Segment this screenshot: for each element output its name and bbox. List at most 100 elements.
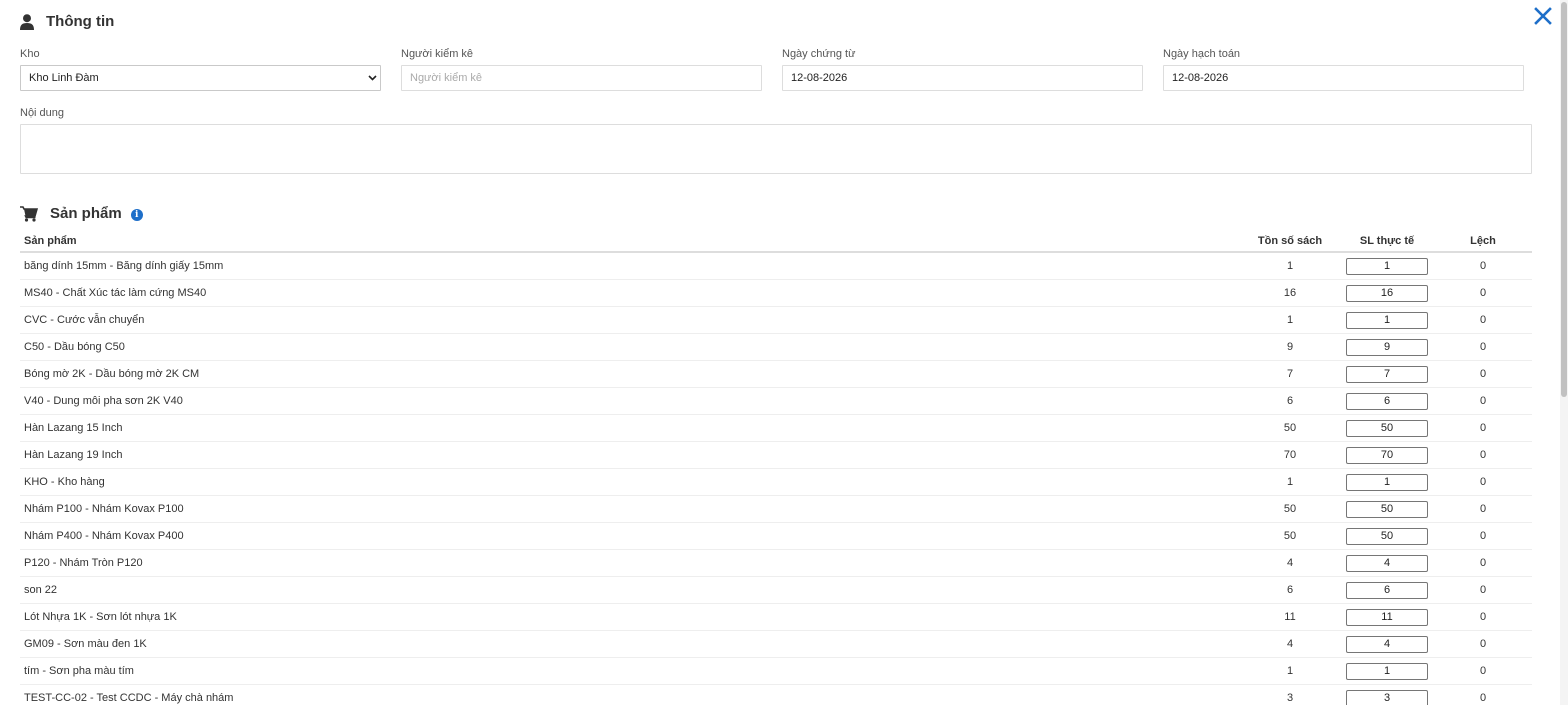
chevron-down-icon: [368, 75, 377, 81]
noi-dung-field: Nội dung: [20, 106, 1532, 174]
lech-value: 0: [1479, 287, 1487, 299]
products-title: Sản phẩm: [50, 205, 122, 222]
sl-thuc-te-input[interactable]: 7: [1346, 366, 1428, 383]
scrollbar-thumb[interactable]: [1561, 2, 1567, 397]
table-row: Bóng mờ 2K - Dầu bóng mờ 2K CM 7 7 0: [20, 361, 1532, 388]
product-name: C50 - Dầu bóng C50: [24, 341, 125, 353]
ton-so-sach: 4: [1286, 638, 1294, 650]
table-row: C50 - Dầu bóng C50 9 9 0: [20, 334, 1532, 361]
table-row: son 22 6 6 0: [20, 577, 1532, 604]
product-name: Hàn Lazang 15 Inch: [24, 422, 123, 434]
lech-value: 0: [1479, 638, 1487, 650]
product-name: Nhám P100 - Nhám Kovax P100: [24, 503, 184, 515]
info-icon[interactable]: i: [130, 208, 143, 221]
nguoi-kiem-ke-input[interactable]: [410, 66, 753, 90]
ton-so-sach: 1: [1286, 314, 1294, 326]
product-name: MS40 - Chất Xúc tác làm cứng MS40: [24, 287, 207, 299]
product-name: V40 - Dung môi pha sơn 2K V40: [24, 395, 183, 407]
table-header: Sản phẩm Tồn số sách SL thực tế Lệch: [20, 230, 1532, 253]
table-row: V40 - Dung môi pha sơn 2K V40 6 6 0: [20, 388, 1532, 415]
product-name: Hàn Lazang 19 Inch: [24, 449, 123, 461]
column-header-product: Sản phẩm: [24, 235, 77, 247]
ngay-chung-tu-value: 12-08-2026: [791, 72, 848, 84]
ton-so-sach: 11: [1284, 611, 1296, 623]
table-row: TEST-CC-02 - Test CCDC - Máy chà nhám 3 3 0: [20, 685, 1532, 705]
ton-so-sach: 50: [1283, 503, 1297, 515]
sl-thuc-te-input[interactable]: 16: [1346, 285, 1428, 302]
lech-value: 0: [1479, 557, 1487, 569]
product-name: băng dính 15mm - Băng dính giấy 15mm: [24, 260, 224, 272]
noi-dung-label: Nội dung: [20, 107, 65, 119]
sl-thuc-te-input[interactable]: 1: [1346, 258, 1428, 275]
sl-thuc-te-input[interactable]: 50: [1346, 501, 1428, 518]
nguoi-kiem-ke-box: [401, 65, 762, 91]
kho-select[interactable]: Kho Linh Đàm: [20, 65, 381, 91]
products-section-header: Sản phẩm i: [20, 205, 143, 222]
table-row: Hàn Lazang 15 Inch 50 50 0: [20, 415, 1532, 442]
sl-thuc-te-input[interactable]: 4: [1346, 555, 1428, 572]
sl-thuc-te-input[interactable]: 70: [1346, 447, 1428, 464]
table-row: băng dính 15mm - Băng dính giấy 15mm 1 1 0: [20, 253, 1532, 280]
lech-value: 0: [1479, 449, 1487, 461]
info-title: Thông tin: [46, 13, 115, 30]
products-table: Sản phẩm Tồn số sách SL thực tế Lệch băn…: [20, 230, 1532, 705]
ton-so-sach: 7: [1286, 368, 1294, 380]
ton-so-sach: 6: [1286, 584, 1294, 596]
ton-so-sach: 1: [1286, 260, 1294, 272]
noi-dung-textarea[interactable]: [20, 124, 1532, 174]
ton-so-sach: 1: [1286, 476, 1294, 488]
ngay-chung-tu-field: Ngày chứng từ 12-08-2026: [782, 47, 1143, 91]
page-scrollbar[interactable]: [1560, 0, 1568, 705]
sl-thuc-te-input[interactable]: 6: [1346, 582, 1428, 599]
inventory-check-form: Thông tin Kho Kho Linh Đàm Người kiểm kê…: [0, 0, 1568, 705]
product-name: Nhám P400 - Nhám Kovax P400: [24, 530, 184, 542]
sl-thuc-te-input[interactable]: 4: [1346, 636, 1428, 653]
lech-value: 0: [1479, 611, 1487, 623]
sl-thuc-te-input[interactable]: 1: [1346, 663, 1428, 680]
lech-value: 0: [1479, 260, 1487, 272]
lech-value: 0: [1479, 395, 1487, 407]
ton-so-sach: 4: [1286, 557, 1294, 569]
user-icon: [20, 13, 34, 30]
lech-value: 0: [1479, 503, 1487, 515]
ton-so-sach: 16: [1283, 287, 1297, 299]
ngay-hach-toan-label: Ngày hạch toán: [1163, 48, 1241, 60]
ton-so-sach: 9: [1286, 341, 1294, 353]
ngay-chung-tu-input[interactable]: 12-08-2026: [782, 65, 1143, 91]
product-name: CVC - Cước vẫn chuyển: [24, 314, 145, 326]
lech-value: 0: [1479, 422, 1487, 434]
info-section-header: Thông tin: [20, 13, 114, 30]
sl-thuc-te-input[interactable]: 11: [1346, 609, 1428, 626]
sl-thuc-te-input[interactable]: 50: [1346, 420, 1428, 437]
close-icon[interactable]: [1533, 6, 1553, 26]
table-row: KHO - Kho hàng 1 1 0: [20, 469, 1532, 496]
sl-thuc-te-input[interactable]: 1: [1346, 312, 1428, 329]
table-row: Hàn Lazang 19 Inch 70 70 0: [20, 442, 1532, 469]
sl-thuc-te-input[interactable]: 3: [1346, 690, 1428, 705]
product-name: GM09 - Sơn màu đen 1K: [24, 638, 147, 650]
ngay-chung-tu-label: Ngày chứng từ: [782, 48, 856, 60]
product-name: son 22: [24, 584, 58, 596]
lech-value: 0: [1479, 341, 1487, 353]
kho-selected-value: Kho Linh Đàm: [29, 72, 99, 84]
ngay-hach-toan-input[interactable]: 12-08-2026: [1163, 65, 1524, 91]
kho-label: Kho: [20, 48, 40, 60]
column-header-lech: Lệch: [1470, 235, 1496, 247]
ton-so-sach: 3: [1286, 692, 1294, 704]
sl-thuc-te-input[interactable]: 50: [1346, 528, 1428, 545]
table-row: GM09 - Sơn màu đen 1K 4 4 0: [20, 631, 1532, 658]
product-name: KHO - Kho hàng: [24, 476, 105, 488]
ton-so-sach: 6: [1286, 395, 1294, 407]
kho-field: Kho Kho Linh Đàm: [20, 47, 381, 91]
nguoi-kiem-ke-label: Người kiểm kê: [401, 48, 474, 60]
lech-value: 0: [1479, 314, 1487, 326]
ton-so-sach: 70: [1283, 449, 1297, 461]
sl-thuc-te-input[interactable]: 6: [1346, 393, 1428, 410]
table-row: P120 - Nhám Tròn P120 4 4 0: [20, 550, 1532, 577]
lech-value: 0: [1479, 665, 1487, 677]
product-name: tím - Sơn pha màu tím: [24, 665, 134, 677]
sl-thuc-te-input[interactable]: 1: [1346, 474, 1428, 491]
table-body: băng dính 15mm - Băng dính giấy 15mm 1 1 0 M…: [20, 253, 1532, 705]
sl-thuc-te-input[interactable]: 9: [1346, 339, 1428, 356]
ngay-hach-toan-value: 12-08-2026: [1172, 72, 1229, 84]
